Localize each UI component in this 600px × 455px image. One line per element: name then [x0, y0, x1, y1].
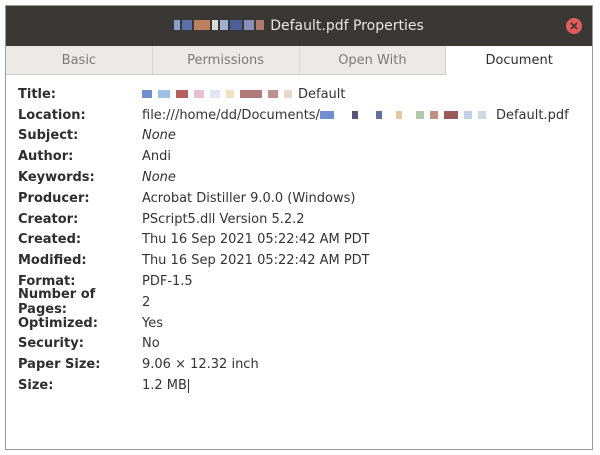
location-value[interactable]: file:///home/dd/Documents/Default.pdf — [142, 108, 569, 123]
property-label: Location: — [18, 107, 86, 123]
optimized-value[interactable]: Yes — [142, 316, 163, 331]
property-label: Optimized: — [18, 315, 98, 331]
tab-permissions[interactable]: Permissions — [153, 46, 300, 74]
tab-bar: Basic Permissions Open With Document — [6, 46, 592, 75]
property-row-title: Title: Default — [18, 84, 582, 105]
security-value[interactable]: No — [142, 336, 160, 351]
text-caret — [187, 378, 189, 393]
property-label: Keywords: — [18, 170, 95, 186]
window-title-text: Default.pdf Properties — [270, 18, 424, 34]
document-properties: Title: Default Location: file:///home/dd… — [18, 84, 582, 396]
property-label: Paper Size: — [18, 357, 101, 373]
property-row-modified: Modified: Thu 16 Sep 2021 05:22:42 AM PD… — [18, 250, 582, 271]
property-row-paper-size: Paper Size: 9.06 × 12.32 inch — [18, 354, 582, 375]
size-value[interactable]: 1.2 MB — [142, 378, 189, 393]
property-row-creator: Creator: PScript5.dll Version 5.2.2 — [18, 209, 582, 230]
property-row-security: Security: No — [18, 334, 582, 355]
modified-value[interactable]: Thu 16 Sep 2021 05:22:42 AM PDT — [142, 253, 370, 268]
property-row-keywords: Keywords: None — [18, 167, 582, 188]
keywords-value[interactable]: None — [142, 170, 176, 185]
property-label: Title: — [18, 86, 57, 102]
title-bar[interactable]: Default.pdf Properties — [6, 6, 592, 46]
format-value[interactable]: PDF-1.5 — [142, 274, 193, 289]
property-row-size: Size: 1.2 MB — [18, 375, 582, 396]
redacted-filename — [174, 18, 266, 34]
property-label: Creator: — [18, 211, 79, 227]
property-label: Created: — [18, 232, 82, 248]
tab-document[interactable]: Document — [446, 46, 592, 75]
property-label: Number of Pages: — [18, 287, 96, 318]
producer-value[interactable]: Acrobat Distiller 9.0.0 (Windows) — [142, 191, 355, 206]
property-label: Author: — [18, 149, 74, 165]
property-row-pages: Number of Pages: 2 — [18, 287, 582, 317]
property-row-subject: Subject: None — [18, 126, 582, 147]
property-row-author: Author: Andi — [18, 146, 582, 167]
tab-basic[interactable]: Basic — [6, 46, 153, 74]
author-value[interactable]: Andi — [142, 149, 171, 164]
tab-open-with[interactable]: Open With — [300, 46, 447, 74]
property-row-optimized: Optimized: Yes — [18, 313, 582, 334]
window-title: Default.pdf Properties — [6, 6, 592, 46]
property-label: Modified: — [18, 253, 87, 269]
property-label: Security: — [18, 336, 84, 352]
property-row-producer: Producer: Acrobat Distiller 9.0.0 (Windo… — [18, 188, 582, 209]
property-label: Size: — [18, 378, 54, 394]
property-label: Subject: — [18, 128, 79, 144]
creator-value[interactable]: PScript5.dll Version 5.2.2 — [142, 212, 305, 227]
pages-value[interactable]: 2 — [142, 295, 150, 310]
paper-size-value[interactable]: 9.06 × 12.32 inch — [142, 357, 259, 372]
close-icon — [570, 22, 578, 30]
close-button[interactable] — [566, 18, 582, 34]
created-value[interactable]: Thu 16 Sep 2021 05:22:42 AM PDT — [142, 232, 370, 247]
property-row-created: Created: Thu 16 Sep 2021 05:22:42 AM PDT — [18, 230, 582, 251]
property-row-location: Location: file:///home/dd/Documents/Defa… — [18, 105, 582, 126]
properties-dialog: Default.pdf Properties Basic Permissions… — [5, 5, 593, 450]
title-value[interactable]: Default — [142, 87, 346, 102]
subject-value[interactable]: None — [142, 128, 176, 143]
property-label: Producer: — [18, 190, 90, 206]
